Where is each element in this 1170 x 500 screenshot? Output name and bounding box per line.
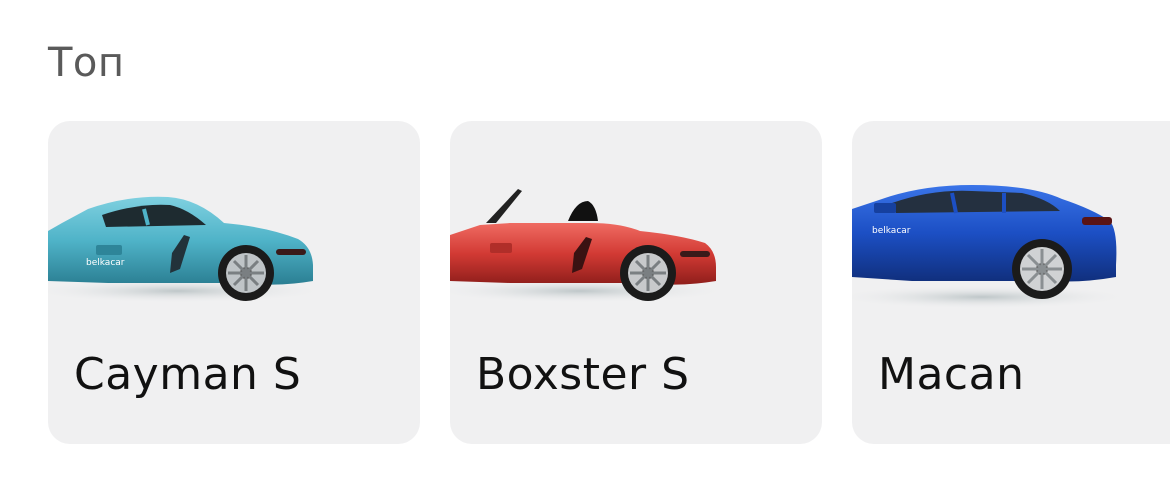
car-name: Cayman S <box>74 349 302 400</box>
car-coupe-icon: belkacar <box>48 165 316 325</box>
car-name: Macan <box>878 349 1025 400</box>
svg-text:belkacar: belkacar <box>872 226 911 236</box>
svg-text:belkacar: belkacar <box>86 258 125 268</box>
cars-carousel[interactable]: belkacar Cayman S Boxster S belkacar Mac… <box>48 121 1170 444</box>
car-suv-icon: belkacar <box>852 165 1120 325</box>
section-title: Топ <box>48 40 125 86</box>
car-card-cayman-s[interactable]: belkacar Cayman S <box>48 121 420 444</box>
car-card-boxster-s[interactable]: Boxster S <box>450 121 822 444</box>
car-card-macan[interactable]: belkacar Macan <box>852 121 1170 444</box>
car-name: Boxster S <box>476 349 690 400</box>
car-convertible-icon <box>450 165 718 325</box>
